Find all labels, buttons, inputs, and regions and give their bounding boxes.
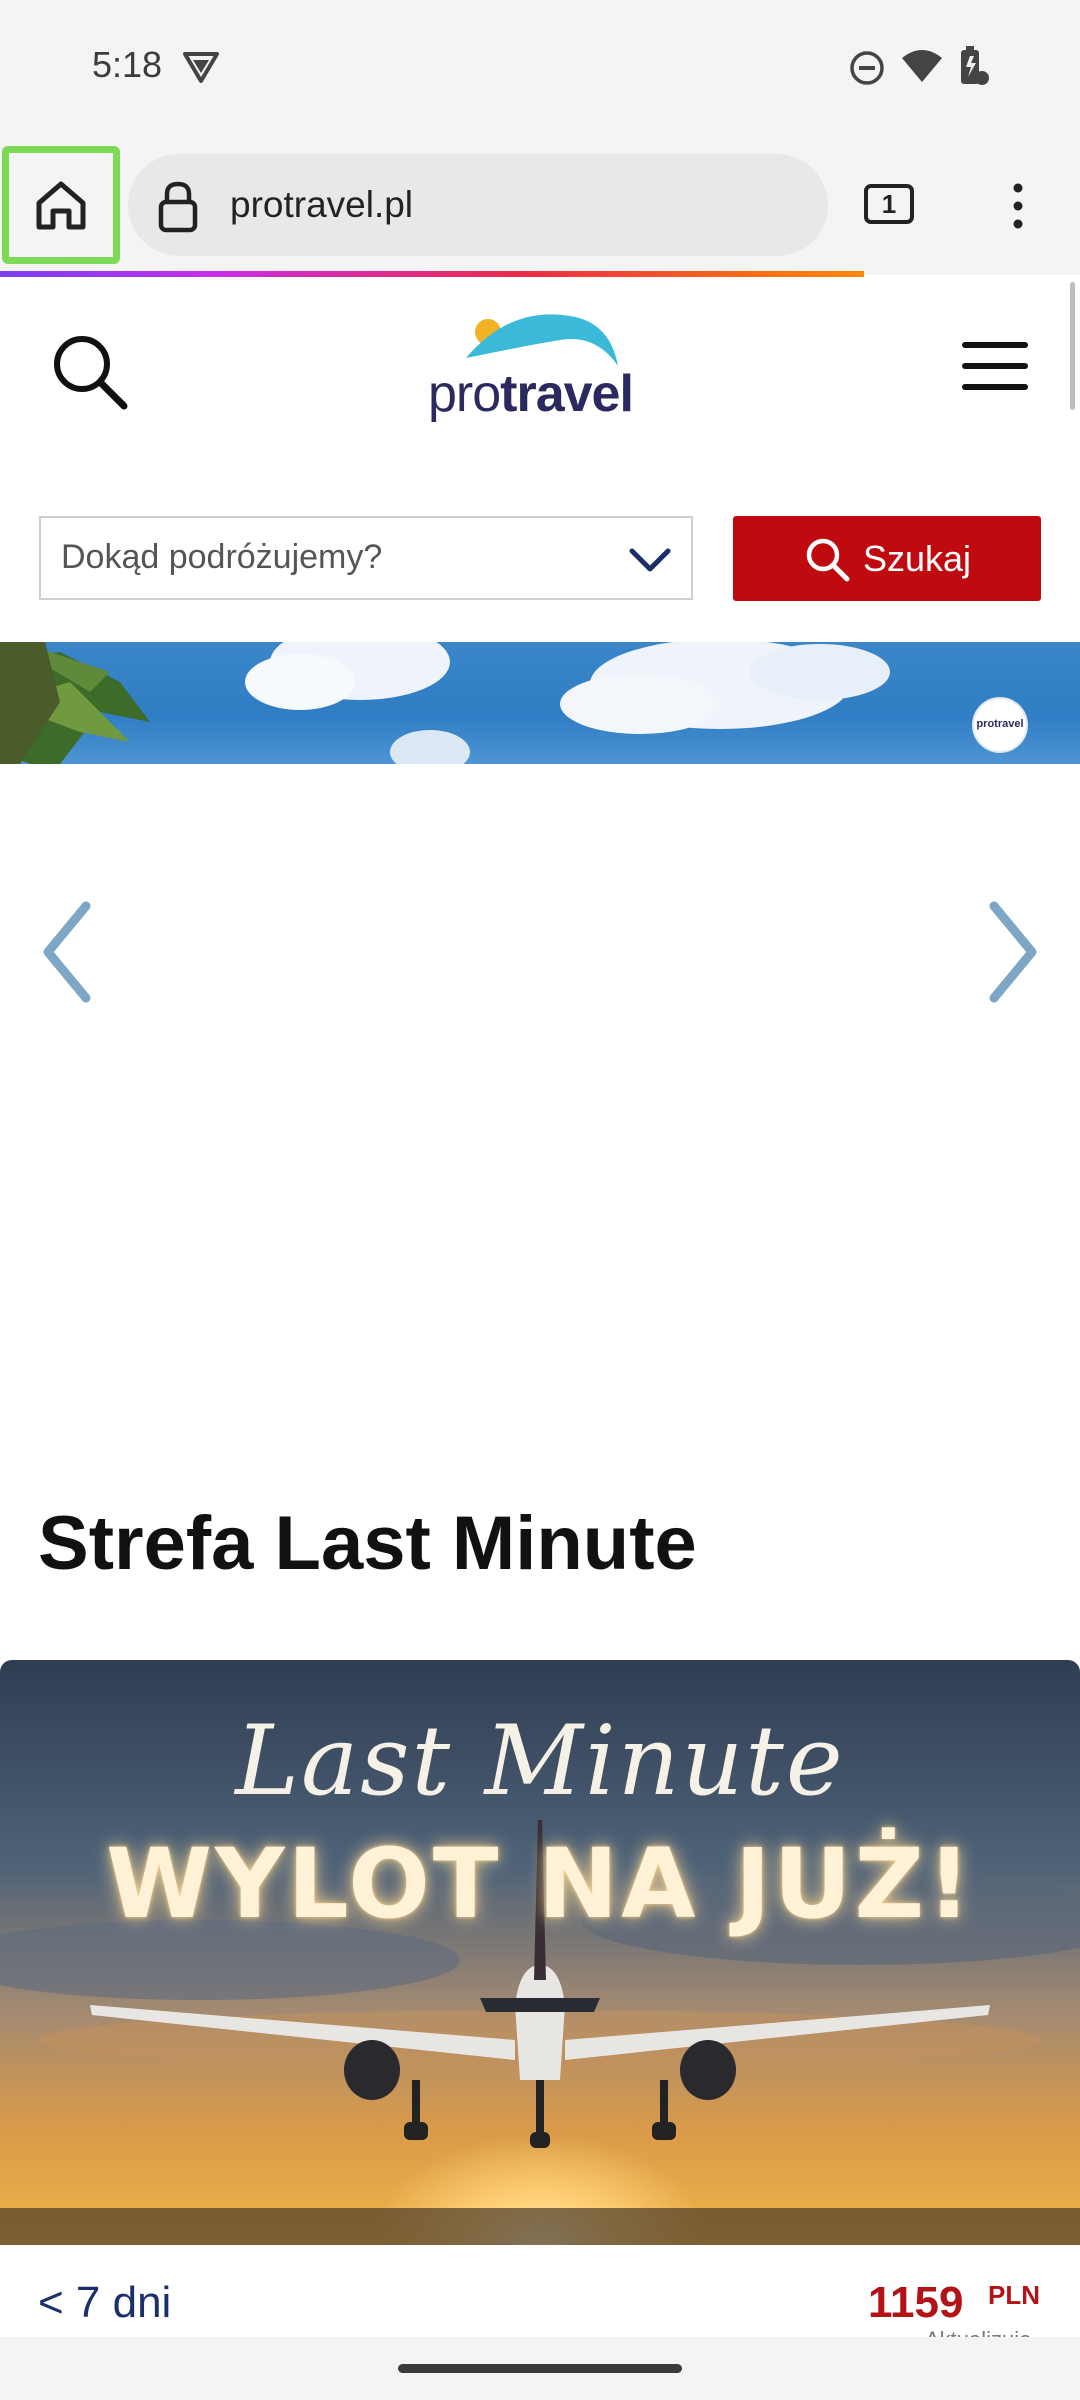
offer-currency: PLN [988,2280,1040,2310]
gesture-handle[interactable] [398,2364,682,2373]
banner-badge-text: protravel [976,718,1024,730]
site-logo[interactable]: protravel [420,300,660,430]
hero-banner[interactable] [0,642,1080,764]
logo-text-travel: travel [500,365,634,423]
home-icon [36,181,86,230]
search-button-icon [806,538,850,581]
chevron-down-icon[interactable] [628,545,672,575]
promo-script-text: Last Minute [235,1705,845,1817]
hamburger-menu-icon[interactable] [960,338,1030,394]
search-icon[interactable] [48,330,132,414]
do-not-disturb-icon [850,51,884,85]
section-title: Strefa Last Minute [38,1501,697,1586]
lock-icon[interactable] [155,180,201,234]
page-scrollbar[interactable] [1070,282,1075,410]
offer-duration[interactable]: < 7 dni [38,2278,171,2328]
battery-icon [961,46,989,85]
logo-text-pro: pro [428,365,501,423]
tab-switcher-button[interactable]: 1 [864,184,914,224]
offer-price: 1159 [868,2278,964,2327]
wifi-icon [902,50,942,82]
more-options-icon[interactable] [1010,182,1026,230]
carousel-prev-icon[interactable] [38,900,94,1004]
home-button[interactable] [2,146,120,264]
promo-headline: WYLOT NA JUŻ! [106,1828,974,1940]
carousel-next-icon[interactable] [986,900,1042,1004]
vpn-icon [183,52,219,83]
status-time: 5:18 [92,44,163,85]
url-text[interactable]: protravel.pl [230,184,413,226]
search-button[interactable]: Szukaj [733,516,1041,601]
search-button-label: Szukaj [862,537,972,579]
banner-sky-image [0,642,890,764]
banner-badge: protravel [972,697,1028,753]
destination-placeholder: Dokąd podróżujemy? [61,538,383,576]
